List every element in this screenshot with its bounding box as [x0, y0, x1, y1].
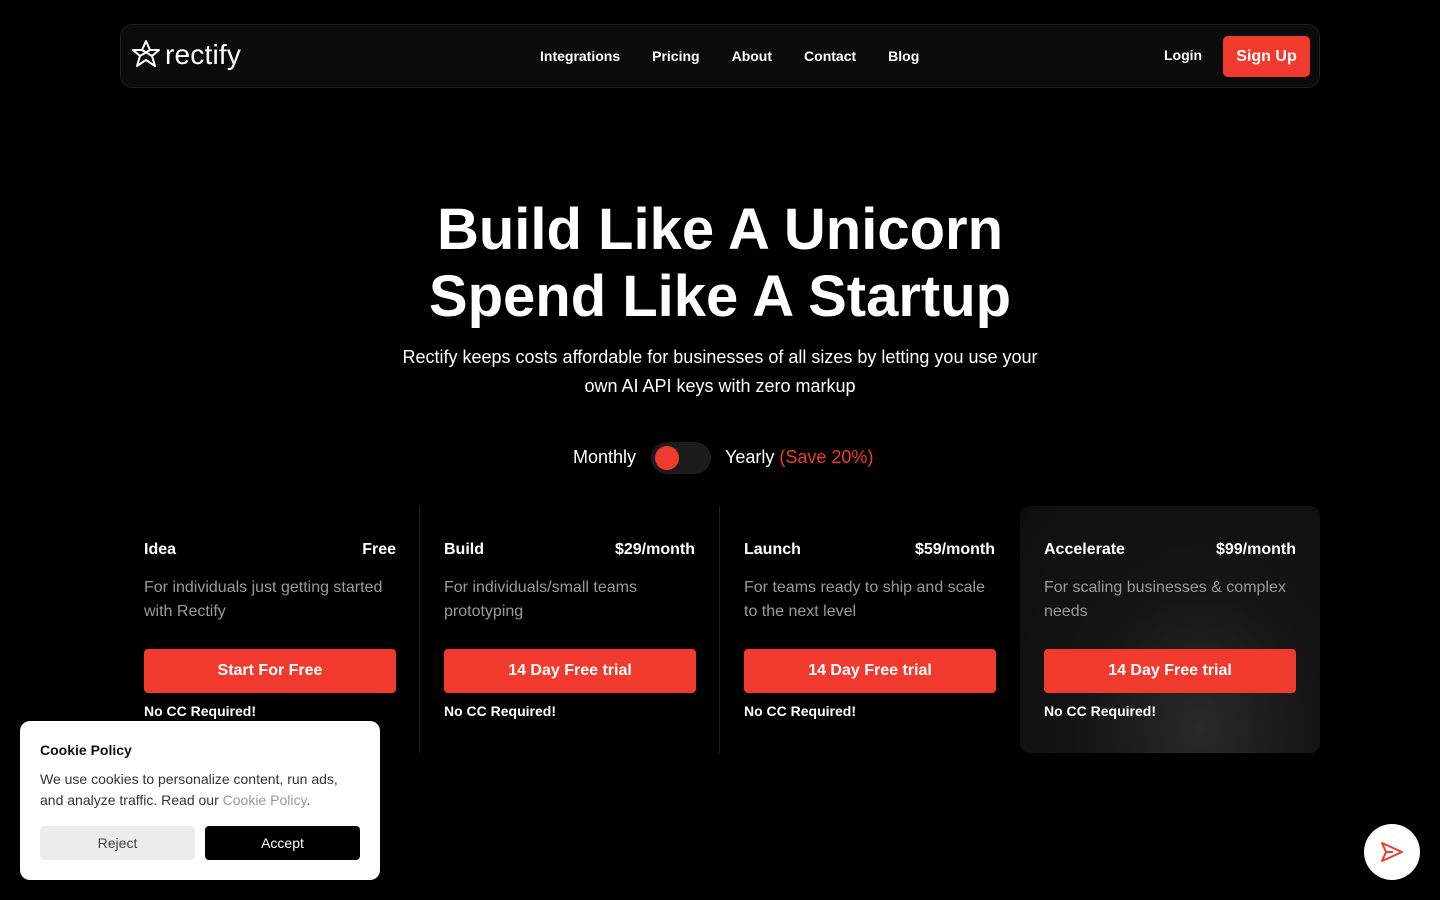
login-link[interactable]: Login: [1164, 47, 1202, 63]
nav-link-about[interactable]: About: [732, 48, 772, 64]
plan-description: For individuals/small teams prototyping: [444, 579, 637, 620]
top-navbar: rectify Integrations Pricing About Conta…: [120, 24, 1320, 88]
plan-description: For individuals just getting started wit…: [144, 579, 383, 620]
billing-period-switch[interactable]: [651, 442, 711, 474]
plan-price: $29/month: [614, 541, 695, 558]
free-trial-button[interactable]: 14 Day Free trial: [744, 649, 996, 693]
yearly-label[interactable]: Yearly (Save 20%): [725, 447, 873, 468]
plan-card-launch: Launch $59/month For teams ready to ship…: [719, 506, 1019, 753]
save-badge: (Save 20%): [779, 447, 874, 467]
cookie-text-end: .: [306, 792, 311, 808]
plan-card-idea: Idea Free For individuals just getting s…: [120, 506, 420, 753]
nav-link-blog[interactable]: Blog: [888, 48, 919, 64]
cookie-reject-button[interactable]: Reject: [40, 826, 195, 860]
plan-description: For teams ready to ship and scale to the…: [744, 579, 986, 620]
hero-title: Build Like A Unicorn Spend Like A Startu…: [0, 196, 1440, 330]
brand-logo[interactable]: rectify: [131, 39, 241, 71]
plan-description: For scaling businesses & complex needs: [1044, 579, 1286, 620]
pricing-plans: Idea Free For individuals just getting s…: [120, 506, 1320, 753]
no-cc-note: No CC Required!: [444, 703, 556, 719]
hero-title-line-2: Spend Like A Startup: [428, 264, 1012, 329]
send-icon: [1381, 842, 1403, 862]
brand-name: rectify: [165, 39, 242, 70]
plan-card-accelerate: Accelerate $99/month For scaling busines…: [1020, 506, 1320, 753]
monthly-label[interactable]: Monthly: [573, 447, 636, 468]
chat-launcher-button[interactable]: [1364, 824, 1420, 880]
plan-price: $99/month: [1215, 541, 1296, 558]
plan-name: Launch: [744, 541, 801, 558]
yearly-label-text: Yearly: [725, 447, 775, 467]
nav-link-pricing[interactable]: Pricing: [652, 48, 699, 64]
signup-button[interactable]: Sign Up: [1223, 36, 1310, 77]
cookie-policy-link[interactable]: Cookie Policy: [223, 792, 307, 808]
nav-link-integrations[interactable]: Integrations: [540, 48, 620, 64]
hero-subtitle: Rectify keeps costs affordable for busin…: [402, 347, 1038, 396]
free-trial-button[interactable]: 14 Day Free trial: [444, 649, 696, 693]
no-cc-note: No CC Required!: [1044, 703, 1156, 719]
plan-name: Build: [444, 541, 484, 558]
nav-link-contact[interactable]: Contact: [804, 48, 856, 64]
plan-name: Idea: [144, 541, 177, 558]
free-trial-button[interactable]: 14 Day Free trial: [1044, 649, 1296, 693]
plan-name: Accelerate: [1044, 541, 1125, 558]
switch-knob: [655, 446, 679, 470]
no-cc-note: No CC Required!: [144, 703, 256, 719]
cookie-accept-button[interactable]: Accept: [205, 826, 360, 860]
cookie-text: We use cookies to personalize content, r…: [40, 769, 365, 811]
cookie-banner: Cookie Policy We use cookies to personal…: [20, 721, 380, 880]
cookie-title: Cookie Policy: [40, 742, 132, 758]
plan-price: $59/month: [914, 541, 995, 558]
nav-links: Integrations Pricing About Contact Blog: [540, 25, 919, 87]
hero-title-line-1: Build Like A Unicorn: [436, 197, 1004, 262]
rectify-star-logo-icon: [132, 40, 160, 67]
start-for-free-button[interactable]: Start For Free: [144, 649, 396, 693]
plan-price: Free: [362, 541, 396, 558]
plan-card-build: Build $29/month For individuals/small te…: [419, 506, 719, 753]
billing-toggle: Monthly Yearly (Save 20%): [0, 440, 1440, 476]
no-cc-note: No CC Required!: [744, 703, 856, 719]
